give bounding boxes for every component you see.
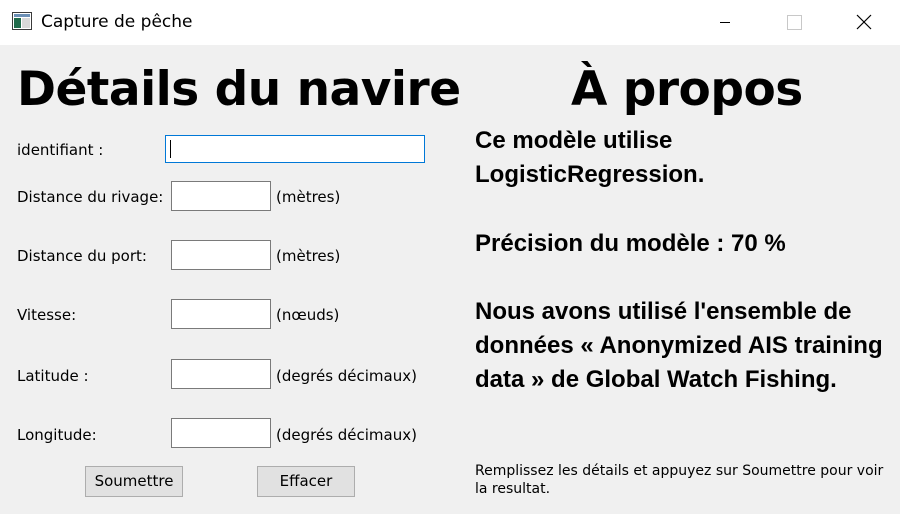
- dataset-description: Nous avons utilisé l'ensemble de données…: [475, 298, 883, 393]
- model-description: Ce modèle utilise LogisticRegression.: [475, 127, 705, 188]
- app-window-icon: [12, 12, 32, 30]
- latitude-unit: (degrés décimaux): [276, 367, 417, 385]
- port-distance-unit: (mètres): [276, 247, 341, 265]
- identifier-input[interactable]: [165, 135, 425, 163]
- shore-distance-unit: (mètres): [276, 188, 341, 206]
- longitude-unit: (degrés décimaux): [276, 426, 417, 444]
- speed-unit: (nœuds): [276, 306, 340, 324]
- speed-input[interactable]: [171, 299, 271, 329]
- shore-distance-label: Distance du rivage:: [17, 188, 164, 206]
- vessel-details-heading: Détails du navire: [17, 62, 461, 117]
- latitude-label: Latitude :: [17, 367, 89, 385]
- maximize-icon: [787, 15, 802, 30]
- clear-button[interactable]: Effacer: [257, 466, 355, 497]
- port-distance-input[interactable]: [171, 240, 271, 270]
- close-button[interactable]: [829, 0, 899, 45]
- submit-button[interactable]: Soumettre: [85, 466, 183, 497]
- identifier-label: identifiant :: [17, 141, 104, 159]
- minimize-button[interactable]: [690, 0, 760, 45]
- maximize-button[interactable]: [759, 0, 829, 45]
- title-bar: Capture de pêche: [0, 0, 900, 45]
- model-precision: Précision du modèle : 70 %: [475, 230, 786, 257]
- app-window: Capture de pêche Détails du navire ident…: [0, 0, 900, 514]
- minimize-icon: [720, 22, 730, 23]
- window-title: Capture de pêche: [41, 12, 193, 32]
- latitude-input[interactable]: [171, 359, 271, 389]
- text-caret: [170, 140, 171, 158]
- instructions-hint: Remplissez les détails et appuyez sur So…: [475, 463, 884, 497]
- speed-label: Vitesse:: [17, 306, 77, 324]
- longitude-label: Longitude:: [17, 426, 97, 444]
- port-distance-label: Distance du port:: [17, 247, 147, 265]
- about-heading: À propos: [571, 62, 803, 117]
- shore-distance-input[interactable]: [171, 181, 271, 211]
- close-icon: [856, 14, 872, 30]
- longitude-input[interactable]: [171, 418, 271, 448]
